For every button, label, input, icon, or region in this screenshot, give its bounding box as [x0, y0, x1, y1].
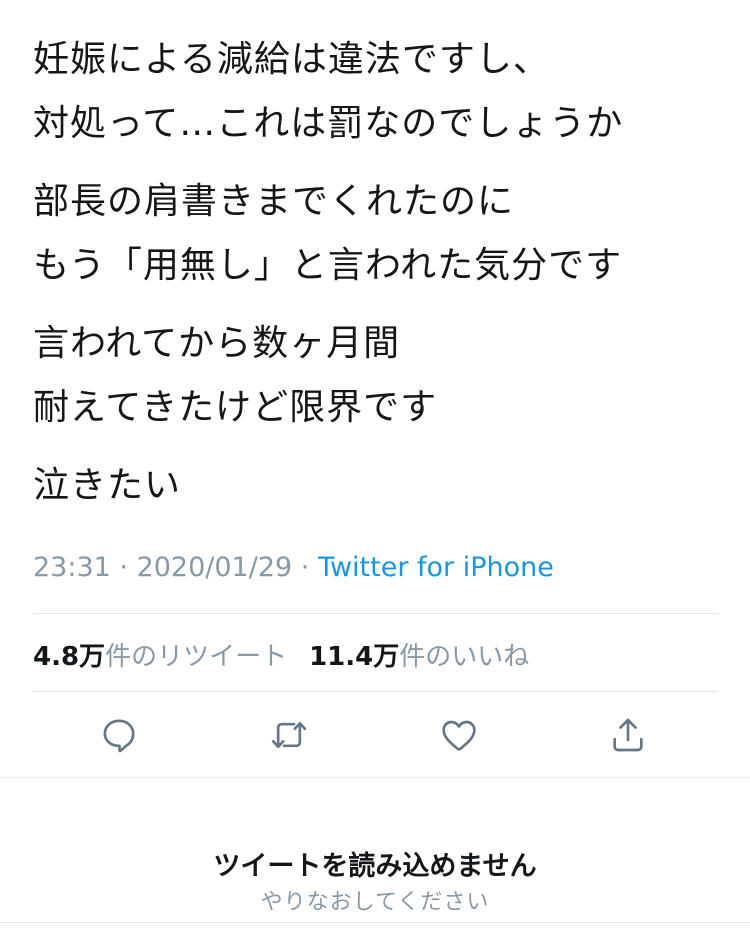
retry-link[interactable]: やりなおしてください: [0, 884, 750, 916]
tweet-time: 23:31: [33, 552, 111, 583]
divider: [33, 613, 718, 614]
meta-separator: ·: [110, 552, 137, 583]
tweet-date: 2020/01/29: [136, 552, 293, 583]
divider: [33, 691, 718, 692]
divider: [0, 922, 750, 923]
tweet-paragraph-2: 部長の肩書きまでくれたのに もう「用無し」と言われた気分です: [33, 170, 723, 298]
reply-icon: [103, 719, 135, 753]
tweet-actions: [0, 712, 750, 764]
retweet-icon: [271, 722, 307, 748]
tweet-paragraph-1: 妊娠による減給は違法ですし、 対処って…これは罰なのでしょうか: [33, 28, 723, 156]
retweet-count-label: 件のリツイート: [105, 642, 288, 672]
tweet-line: 言われてから数ヶ月間: [33, 323, 401, 364]
meta-separator: ·: [292, 552, 318, 583]
tweet-line: 泣きたい: [33, 465, 182, 506]
like-count[interactable]: 11.4万件のいいね: [309, 642, 529, 672]
tweet-line: 妊娠による減給は違法ですし、: [33, 39, 550, 80]
heart-icon: [442, 720, 476, 751]
tweet-paragraph-4: 泣きたい: [33, 454, 723, 518]
share-icon: [613, 718, 643, 752]
like-button[interactable]: [436, 712, 482, 758]
like-count-label: 件のいいね: [399, 642, 530, 672]
tweet-line: 対処って…これは罰なのでしょうか: [33, 103, 624, 144]
tweet-source-link[interactable]: Twitter for iPhone: [318, 552, 554, 583]
tweet-line: 耐えてきたけど限界です: [33, 387, 438, 428]
retweet-count-value: 4.8万: [33, 642, 106, 672]
tweet-paragraph-3: 言われてから数ヶ月間 耐えてきたけど限界です: [33, 312, 723, 440]
retweet-button[interactable]: [266, 712, 312, 758]
tweet-text: 妊娠による減給は違法ですし、 対処って…これは罰なのでしょうか 部長の肩書きまで…: [33, 28, 723, 532]
share-button[interactable]: [605, 712, 651, 758]
tweet-line: 部長の肩書きまでくれたのに: [33, 181, 515, 222]
divider: [0, 777, 750, 778]
retweet-count[interactable]: 4.8万件のリツイート: [33, 642, 287, 672]
like-count-value: 11.4万: [309, 642, 400, 672]
tweet-line: もう「用無し」と言われた気分です: [33, 245, 623, 286]
reply-button[interactable]: [96, 712, 142, 758]
load-error-title: ツイートを読み込めません: [213, 851, 537, 882]
tweet-meta: 23:31 · 2020/01/29 · Twitter for iPhone: [33, 552, 554, 583]
tweet-stats: 4.8万件のリツイート 11.4万件のいいね: [33, 636, 551, 673]
